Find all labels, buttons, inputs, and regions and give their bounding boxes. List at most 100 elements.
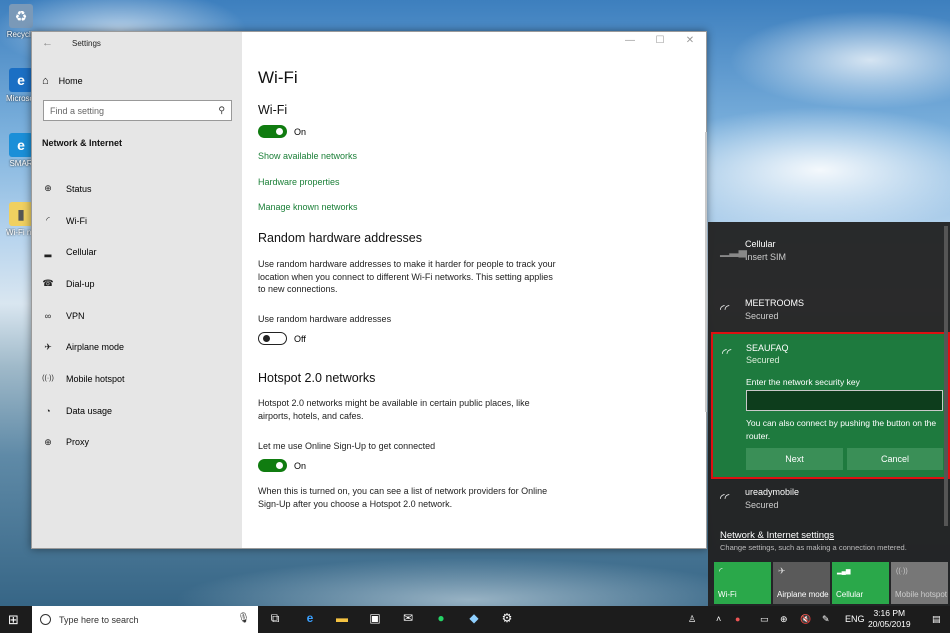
nav-item-label: Wi-Fi [66, 215, 87, 226]
chevron-up-icon[interactable]: ˄ [716, 614, 721, 624]
online-signup-toggle[interactable] [258, 459, 287, 472]
wifi-tile[interactable]: ◜ Wi-Fi [714, 562, 771, 604]
antivirus-icon[interactable]: ● [735, 614, 740, 624]
find-setting-search[interactable]: Find a setting ⚲ [43, 100, 232, 121]
random-toggle-state: Off [294, 333, 306, 344]
maximize-icon[interactable]: ☐ [652, 35, 668, 46]
manage-known-networks-link[interactable]: Manage known networks [258, 202, 358, 212]
wifi-toggle-row: On [258, 125, 306, 138]
nav-item-cellular[interactable]: ▂ Cellular [42, 236, 232, 268]
edge-icon[interactable]: e [300, 611, 320, 628]
wifi-icon: ◜ [719, 566, 723, 576]
whatsapp-icon[interactable]: ● [431, 611, 451, 628]
document-icon: ▮ [9, 202, 33, 226]
wifi-icon: ◜ [46, 215, 50, 226]
nav-item-mobile-hotspot[interactable]: ((·)) Mobile hotspot [42, 363, 232, 395]
random-addresses-description: Use random hardware addresses to make it… [258, 259, 556, 294]
file-explorer-icon[interactable]: ▬ [332, 611, 352, 628]
network-name: Cellular [745, 239, 776, 249]
tile-label: Cellular [836, 590, 864, 599]
nav-item-data-usage[interactable]: ◔ Data usage [42, 395, 232, 427]
hotspot-icon: ((·)) [896, 568, 908, 575]
airplane-mode-tile[interactable]: ✈ Airplane mode [773, 562, 830, 604]
flyout-scrollbar[interactable] [944, 226, 948, 526]
settings-sidebar: ⌂ Home Find a setting ⚲ Network & Intern… [32, 32, 242, 548]
globe-icon: ⊕ [44, 183, 52, 194]
nav-item-airplane-mode[interactable]: ✈ Airplane mode [42, 331, 232, 363]
windows-start-icon[interactable]: ⊞ [8, 612, 19, 628]
cortana-icon [40, 614, 51, 625]
online-signup-description: When this is turned on, you can see a li… [258, 486, 548, 509]
wifi-secured-icon: ◜◜ [720, 302, 730, 316]
show-available-networks-link[interactable]: Show available networks [258, 151, 357, 161]
network-seaufaq-expanded[interactable]: ◜◜ SEAUFAQ Secured Enter the network sec… [711, 332, 950, 479]
hotspot-heading: Hotspot 2.0 networks [258, 371, 376, 385]
online-signup-label: Let me use Online Sign-Up to get connect… [258, 441, 436, 451]
phone-icon: ☎ [42, 278, 54, 289]
content-scrollbar[interactable] [705, 132, 707, 412]
nav-item-label: Dial-up [66, 278, 95, 289]
pen-icon[interactable]: ✎ [822, 614, 830, 625]
nav-item-label: Airplane mode [66, 342, 125, 353]
security-key-prompt: Enter the network security key [746, 377, 860, 387]
wifi-toggle[interactable] [258, 125, 287, 138]
nav-item-label: Data usage [66, 405, 113, 416]
home-nav-item[interactable]: ⌂ Home [42, 75, 83, 87]
cellular-icon: ▂▄▆ [837, 569, 851, 575]
clock[interactable]: 3:16 PM 20/05/2019 [868, 608, 911, 630]
proxy-icon: ⊕ [44, 436, 52, 447]
minimize-icon[interactable]: — [622, 35, 638, 46]
tile-label: Mobile hotspot [895, 590, 948, 599]
section-title: Network & Internet [42, 138, 123, 148]
notifications-icon[interactable]: ▤ [932, 614, 941, 625]
taskbar-search[interactable]: Type here to search 🎙 [32, 606, 258, 633]
nav-item-status[interactable]: ⊕ Status [42, 173, 232, 205]
wifi-secured-icon: ◜◜ [722, 346, 732, 360]
cancel-button[interactable]: Cancel [847, 448, 943, 470]
airplane-icon: ✈ [44, 341, 52, 352]
network-status: Secured [745, 500, 779, 510]
microphone-icon[interactable]: 🎙 [237, 613, 250, 624]
nav-item-label: Proxy [66, 437, 90, 448]
nav-list: ⊕ Status ◜ Wi-Fi ▂ Cellular ☎ Dial-up ∞ VPN ✈… [42, 173, 232, 458]
hardware-properties-link[interactable]: Hardware properties [258, 177, 340, 187]
network-settings-link[interactable]: Network & Internet settings [720, 530, 834, 541]
network-name: MEETROOMS [745, 298, 805, 308]
network-ureadymobile[interactable]: ◜◜ ureadymobile Secured [708, 487, 942, 510]
network-name: ureadymobile [745, 487, 800, 497]
browser-icon: e [9, 133, 33, 157]
nav-item-dialup[interactable]: ☎ Dial-up [42, 268, 232, 300]
task-view-icon[interactable]: ⧉ [265, 611, 285, 628]
network-status: Secured [745, 311, 779, 321]
mobile-hotspot-tile[interactable]: ((·)) Mobile hotspot [891, 562, 948, 604]
close-icon[interactable]: ✕ [682, 35, 698, 46]
security-key-input[interactable] [746, 390, 943, 411]
next-button[interactable]: Next [746, 448, 843, 470]
wps-hint: You can also connect by pushing the butt… [746, 418, 937, 441]
volume-muted-icon[interactable]: 🔇 [800, 614, 811, 625]
nav-item-proxy[interactable]: ⊕ Proxy [42, 427, 232, 459]
taskbar: ⊞ Type here to search 🎙 ⧉ e ▬ ▣ ✉ ● ◆ ⚙ … [0, 606, 950, 633]
nav-item-wifi[interactable]: ◜ Wi-Fi [42, 205, 232, 237]
random-addresses-toggle[interactable] [258, 332, 287, 345]
tile-label: Airplane mode [777, 590, 829, 599]
data-usage-icon: ◔ [45, 405, 51, 416]
cellular-icon: ▂ [44, 246, 52, 257]
store-icon[interactable]: ▣ [365, 611, 385, 628]
battery-icon[interactable]: ▭ [760, 614, 769, 625]
app-icon[interactable]: ◆ [464, 611, 484, 628]
network-globe-icon[interactable]: ⊕ [780, 614, 788, 625]
quick-action-tiles: ◜ Wi-Fi ✈ Airplane mode ▂▄▆ Cellular ((·… [714, 562, 948, 604]
network-meetrooms[interactable]: ◜◜ MEETROOMS Secured [708, 298, 942, 321]
nav-item-vpn[interactable]: ∞ VPN [42, 300, 232, 332]
network-cellular[interactable]: ▁▂▄ Cellular Insert SIM [708, 239, 942, 262]
language-indicator[interactable]: ENG [845, 614, 865, 624]
settings-gear-icon[interactable]: ⚙ [497, 611, 517, 628]
window-titlebar: ← Settings — ☐ ✕ [32, 32, 706, 54]
mail-icon[interactable]: ✉ [398, 611, 418, 628]
cellular-tile[interactable]: ▂▄▆ Cellular [832, 562, 889, 604]
edge-icon: e [9, 68, 33, 92]
back-arrow-icon[interactable]: ← [42, 37, 53, 49]
people-icon[interactable]: ♙ [688, 614, 696, 625]
random-toggle-row: Off [258, 332, 306, 345]
